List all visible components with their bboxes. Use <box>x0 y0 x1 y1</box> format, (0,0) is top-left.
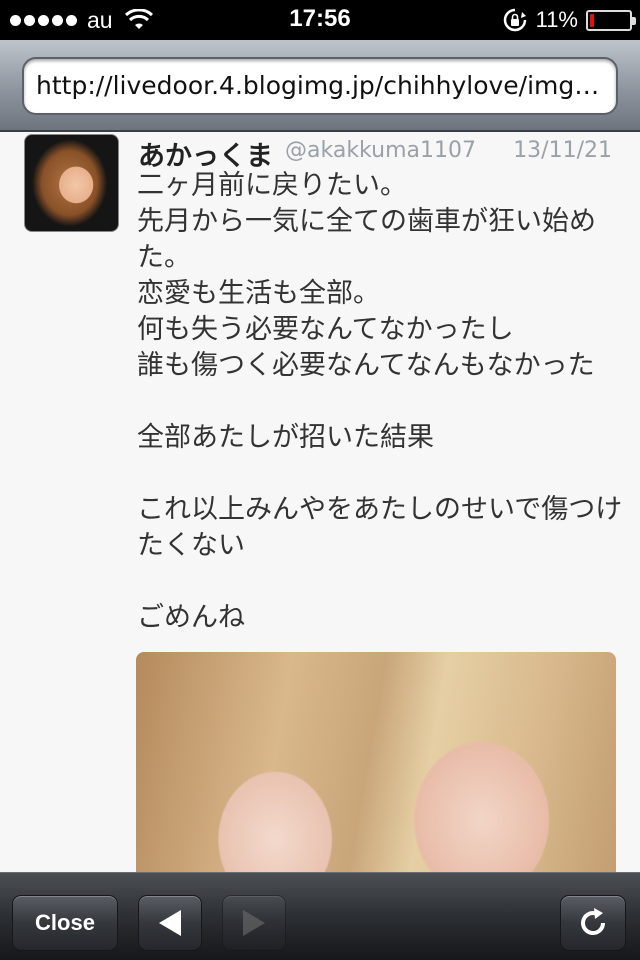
tweet-handle: @akakkuma1107 <box>285 138 476 163</box>
rotation-lock-icon <box>503 8 526 32</box>
url-field[interactable]: http://livedoor.4.blogimg.jp/chihhylove/… <box>22 57 618 115</box>
refresh-button[interactable] <box>560 895 626 951</box>
avatar <box>24 134 119 232</box>
status-right: 11% <box>502 6 636 34</box>
back-button[interactable] <box>138 895 202 951</box>
battery-icon <box>586 9 636 31</box>
tweet-photo <box>136 652 616 872</box>
refresh-icon <box>581 908 606 936</box>
forward-button[interactable] <box>222 895 286 951</box>
status-bar: au 17:56 11% <box>0 0 640 40</box>
battery-level <box>590 13 594 27</box>
bottom-toolbar: Close <box>0 872 640 960</box>
back-arrow-icon <box>159 910 181 936</box>
page-content[interactable]: あかっくま @akakkuma1107 13/11/21 二ヶ月前に戻りたい。 … <box>0 132 640 872</box>
battery-percent: 11% <box>535 7 578 32</box>
address-bar: http://livedoor.4.blogimg.jp/chihhylove/… <box>0 40 640 132</box>
tweet-text: 二ヶ月前に戻りたい。 先月から一気に全ての歯車が狂い始めた。 恋愛も生活も全部。… <box>137 170 623 633</box>
tweet-date: 13/11/21 <box>513 138 612 163</box>
close-button[interactable]: Close <box>12 895 118 951</box>
forward-arrow-icon <box>243 910 265 936</box>
